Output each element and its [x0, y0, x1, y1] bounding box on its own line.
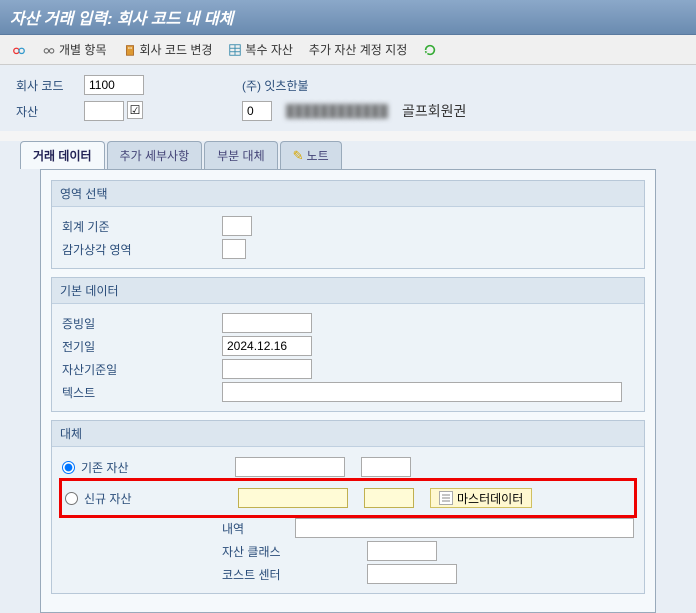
area-select-title: 영역 선택	[52, 181, 644, 207]
posting-date-input[interactable]	[222, 336, 312, 356]
toolbar-multi-asset[interactable]: 복수 자산	[224, 39, 297, 60]
tab-transaction-data[interactable]: 거래 데이터	[20, 141, 105, 169]
tab-note[interactable]: ✎ 노트	[280, 141, 342, 169]
existing-asset-label: 기존 자산	[81, 459, 229, 476]
grid-icon	[228, 43, 242, 57]
acc-principle-label: 회계 기준	[62, 218, 222, 235]
tab-note-label: 노트	[307, 147, 329, 164]
asset-label: 자산	[16, 103, 76, 120]
glasses-icon	[12, 43, 26, 57]
asset-class-label: 자산 클래스	[222, 543, 367, 560]
toolbar: 개별 항목 회사 코드 변경 복수 자산 추가 자산 계정 지정	[0, 35, 696, 65]
toolbar-label: 개별 항목	[59, 41, 107, 58]
transfer-group: 대체 기존 자산 신규 자산	[51, 420, 645, 594]
toolbar-label: 복수 자산	[245, 41, 293, 58]
toolbar-glasses-button[interactable]	[8, 41, 30, 59]
master-data-button[interactable]: 마스터데이터	[430, 488, 532, 508]
new-asset-sub-input[interactable]	[364, 488, 414, 508]
refresh-icon	[423, 43, 437, 57]
toolbar-refresh-button[interactable]	[419, 41, 441, 59]
text-input[interactable]	[222, 382, 622, 402]
posting-date-label: 전기일	[62, 338, 222, 355]
glasses-small-icon	[42, 43, 56, 57]
area-select-group: 영역 선택 회계 기준 감가상각 영역	[51, 180, 645, 269]
company-code-input[interactable]	[84, 75, 144, 95]
master-data-label: 마스터데이터	[457, 490, 523, 507]
list-icon	[439, 491, 453, 505]
asset-input[interactable]	[84, 101, 124, 121]
tabs-container: 거래 데이터 추가 세부사항 부분 대체 ✎ 노트 영역 선택 회계 기준 감가…	[0, 141, 696, 613]
basic-data-title: 기본 데이터	[52, 278, 644, 304]
doc-date-label: 증빙일	[62, 315, 222, 332]
text-label: 텍스트	[62, 384, 222, 401]
toolbar-individual-item[interactable]: 개별 항목	[38, 39, 111, 60]
asset-sub-input[interactable]	[242, 101, 272, 121]
asset-value-date-label: 자산기준일	[62, 361, 222, 378]
asset-desc-suffix: 골프회원권	[402, 101, 466, 121]
existing-asset-row: 기존 자산	[62, 457, 634, 477]
deprec-area-input[interactable]	[222, 239, 246, 259]
company-code-label: 회사 코드	[16, 77, 76, 94]
cost-center-label: 코스트 센터	[222, 566, 367, 583]
existing-asset-radio[interactable]	[62, 461, 75, 474]
new-asset-row: 신규 자산 마스터데이터	[65, 488, 631, 508]
toolbar-label: 추가 자산 계정 지정	[309, 41, 407, 58]
pencil-icon: ✎	[293, 148, 304, 164]
blurred-text: ████████████	[286, 104, 388, 118]
company-name-text: (주) 잇츠한불	[242, 77, 309, 94]
asset-class-input[interactable]	[367, 541, 437, 561]
cost-center-input[interactable]	[367, 564, 457, 584]
description-label: 내역	[222, 520, 295, 537]
new-asset-label: 신규 자산	[84, 490, 232, 507]
existing-asset-sub-input[interactable]	[361, 457, 411, 477]
building-icon	[123, 43, 137, 57]
new-asset-highlight: 신규 자산 마스터데이터	[59, 478, 637, 518]
doc-date-input[interactable]	[222, 313, 312, 333]
basic-data-group: 기본 데이터 증빙일 전기일 자산기준일 텍스트	[51, 277, 645, 412]
toolbar-add-account-assign[interactable]: 추가 자산 계정 지정	[305, 39, 411, 60]
content-panel: 영역 선택 회계 기준 감가상각 영역 기본 데이터 증빙일	[40, 169, 656, 613]
asset-checkbox[interactable]: ☑	[127, 101, 143, 119]
header-fields: 회사 코드 (주) 잇츠한불 자산 ☑ ████████████ 골프회원권	[0, 65, 696, 131]
asset-value-date-input[interactable]	[222, 359, 312, 379]
new-asset-input[interactable]	[238, 488, 348, 508]
transfer-title: 대체	[52, 421, 644, 447]
window-title: 자산 거래 입력: 회사 코드 내 대체	[0, 0, 696, 35]
existing-asset-input[interactable]	[235, 457, 345, 477]
tabs: 거래 데이터 추가 세부사항 부분 대체 ✎ 노트	[20, 141, 676, 169]
toolbar-change-company-code[interactable]: 회사 코드 변경	[119, 39, 217, 60]
description-input[interactable]	[295, 518, 634, 538]
new-asset-radio[interactable]	[65, 492, 78, 505]
tab-partial-transfer[interactable]: 부분 대체	[204, 141, 278, 169]
toolbar-label: 회사 코드 변경	[140, 41, 213, 58]
deprec-area-label: 감가상각 영역	[62, 241, 222, 258]
tab-additional-detail[interactable]: 추가 세부사항	[107, 141, 203, 169]
acc-principle-input[interactable]	[222, 216, 252, 236]
